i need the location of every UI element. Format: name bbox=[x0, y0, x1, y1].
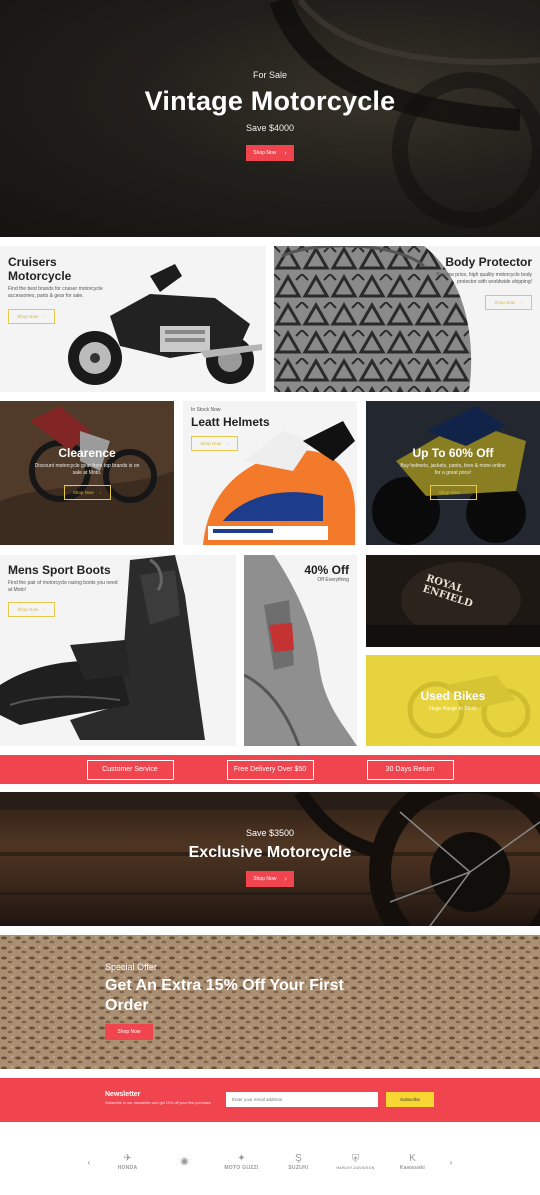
round-emblem-icon: ◉ bbox=[180, 1156, 189, 1167]
chevron-right-icon: › bbox=[521, 299, 523, 305]
body-protector-description: Buy low price, high quality motorcycle b… bbox=[436, 272, 532, 285]
honda-wing-icon: ✈ bbox=[123, 1153, 132, 1164]
boots-shop-now-button[interactable]: Shop Now › bbox=[8, 601, 55, 617]
shield-icon: ⛨ bbox=[351, 1154, 360, 1165]
brand-logo-moto-guzzi[interactable]: ✦ MOTO GUZZI bbox=[213, 1148, 270, 1178]
days-return-link[interactable]: 30 Days Return bbox=[366, 759, 454, 780]
chevron-right-icon: › bbox=[44, 606, 46, 612]
boots-title: Mens Sport Boots bbox=[8, 563, 111, 577]
brand-name: HARLEY-DAVIDSON bbox=[336, 1166, 375, 1170]
hero-banner: For Sale Vintage Motorcycle Save $4000 S… bbox=[0, 0, 540, 237]
clearence-shop-now-button[interactable]: Shop Now › bbox=[63, 484, 111, 500]
exclusive-shop-now-label: Shop Now bbox=[253, 876, 277, 882]
clearence-tile[interactable]: Clearence Discount motorcycle gear from … bbox=[0, 401, 174, 545]
chevron-right-icon: › bbox=[465, 489, 468, 495]
gloves-subtitle: Off Everything bbox=[317, 577, 349, 583]
clearence-title: Clearence bbox=[58, 446, 116, 461]
gloves-title: 40% Off bbox=[304, 563, 349, 577]
chevron-right-icon: › bbox=[284, 149, 287, 157]
exclusive-shop-now-button[interactable]: Shop Now › bbox=[246, 871, 294, 887]
brand-logo-suzuki[interactable]: Ş SUZUKI bbox=[270, 1148, 327, 1178]
cruisers-shop-now-label: Shop Now bbox=[17, 313, 39, 319]
exclusive-eyebrow: Save $3500 bbox=[245, 828, 295, 838]
up-to-description: Buy helmets, jackets, pants, tires & mor… bbox=[400, 463, 506, 476]
hero-subtitle: Save $4000 bbox=[245, 123, 295, 133]
leatt-helmets-tile[interactable]: In Stock Now Leatt Helmets Shop Now › bbox=[183, 401, 357, 545]
brand-name: MOTO GUZZI bbox=[224, 1165, 259, 1171]
chevron-right-icon: › bbox=[227, 441, 229, 446]
brand-logo-honda[interactable]: ✈ HONDA bbox=[99, 1148, 156, 1178]
up-to-shop-now-label: Shop Now bbox=[438, 489, 460, 495]
newsletter-title: Newsletter bbox=[105, 1091, 141, 1098]
up-to-title: Up To 60% Off bbox=[412, 446, 494, 461]
body-protector-title: Body Protector bbox=[445, 255, 532, 269]
brands-carousel: ‹ ✈ HONDA ◉ ✦ MOTO GUZZI Ş SUZUKI ⛨ HARL… bbox=[0, 1130, 540, 1195]
newsletter-email-input[interactable] bbox=[226, 1092, 378, 1107]
body-protector-shop-now-label: Shop Now bbox=[494, 299, 516, 305]
free-delivery-link[interactable]: Free Delivery Over $50 bbox=[226, 759, 314, 780]
exclusive-title: Exclusive Motorcycle bbox=[188, 844, 352, 861]
mens-sport-boots-tile[interactable]: Mens Sport Boots Find the pair of motorc… bbox=[0, 555, 236, 746]
brand-name: SUZUKI bbox=[288, 1165, 309, 1171]
royal-enfield-tile[interactable]: ROYAL ENFIELD bbox=[366, 555, 540, 647]
subscribe-button[interactable]: Subscribe bbox=[386, 1092, 434, 1107]
brand-logo-harley-davidson[interactable]: ⛨ HARLEY-DAVIDSON bbox=[327, 1148, 384, 1178]
special-shop-now-button[interactable]: Shop Now bbox=[105, 1024, 153, 1040]
kawasaki-k-icon: K bbox=[409, 1153, 416, 1164]
leatt-shop-now-label: Shop Now bbox=[200, 441, 222, 446]
used-bikes-tile[interactable]: Used Bikes Huge Range In Stock bbox=[366, 655, 540, 746]
brand-logo-round[interactable]: ◉ bbox=[156, 1148, 213, 1178]
special-title: Get An Extra 15% Off Your First Order bbox=[105, 977, 344, 1014]
cruisers-shop-now-button[interactable]: Shop Now › bbox=[8, 308, 55, 324]
service-strip: Customer Service Free Delivery Over $50 … bbox=[0, 755, 540, 784]
forty-percent-off-tile[interactable]: 40% Off Off Everything bbox=[244, 555, 357, 746]
eagle-icon: ✦ bbox=[237, 1153, 246, 1164]
hero-eyebrow: For Sale bbox=[252, 70, 287, 80]
chevron-right-icon: › bbox=[99, 489, 102, 495]
up-to-shop-now-button[interactable]: Shop Now › bbox=[429, 484, 477, 500]
suzuki-s-icon: Ş bbox=[295, 1153, 302, 1164]
leatt-shop-now-button[interactable]: Shop Now › bbox=[191, 436, 238, 451]
up-to-60-off-tile[interactable]: Up To 60% Off Buy helmets, jackets, pant… bbox=[366, 401, 540, 545]
special-eyebrow: Special Offer bbox=[105, 962, 157, 972]
chevron-right-icon[interactable]: › bbox=[441, 1158, 461, 1167]
special-offer-banner: Special Offer Get An Extra 15% Off Your … bbox=[0, 935, 540, 1069]
newsletter-section: Newsletter Subscribe to our newsletter a… bbox=[0, 1078, 540, 1122]
body-protector-shop-now-button[interactable]: Shop Now › bbox=[485, 294, 532, 310]
brand-name: Kawasaki bbox=[399, 1165, 426, 1171]
newsletter-subtitle: Subscribe to our newsletter and get 10% … bbox=[105, 1101, 211, 1105]
chevron-right-icon: › bbox=[44, 313, 46, 319]
leatt-eyebrow: In Stock Now bbox=[191, 407, 221, 413]
chevron-left-icon[interactable]: ‹ bbox=[79, 1158, 99, 1167]
chevron-right-icon: › bbox=[284, 875, 287, 883]
clearence-description: Discount motorcycle gear from top brands… bbox=[34, 463, 140, 476]
hero-shop-now-label: Shop Now bbox=[253, 150, 277, 156]
glove-image bbox=[244, 555, 357, 746]
brand-logo-kawasaki[interactable]: K Kawasaki bbox=[384, 1148, 441, 1178]
exclusive-motorcycle-banner: Save $3500 Exclusive Motorcycle Shop Now… bbox=[0, 792, 540, 926]
boots-description: Find the pair of motorcycle racing boots… bbox=[8, 580, 118, 593]
special-shop-now-label: Shop Now bbox=[117, 1029, 141, 1035]
brand-name: HONDA bbox=[117, 1165, 138, 1171]
used-bikes-subtitle: Huge Range In Stock bbox=[429, 705, 477, 712]
hero-title: Vintage Motorcycle bbox=[144, 86, 396, 116]
cruisers-description: Find the best brands for cruiser motorcy… bbox=[8, 286, 103, 299]
hero-shop-now-button[interactable]: Shop Now › bbox=[246, 145, 294, 161]
clearence-shop-now-label: Shop Now bbox=[72, 489, 94, 495]
cruisers-motorcycle-tile[interactable]: Cruisers Motorcycle Find the best brands… bbox=[0, 246, 266, 392]
leatt-title: Leatt Helmets bbox=[191, 415, 270, 429]
body-protector-tile[interactable]: Body Protector Buy low price, high quali… bbox=[274, 246, 540, 392]
customer-service-link[interactable]: Customer Service bbox=[86, 759, 174, 780]
boots-shop-now-label: Shop Now bbox=[17, 606, 39, 612]
cruisers-title: Cruisers Motorcycle bbox=[8, 255, 72, 283]
used-bikes-title: Used Bikes bbox=[420, 688, 486, 703]
